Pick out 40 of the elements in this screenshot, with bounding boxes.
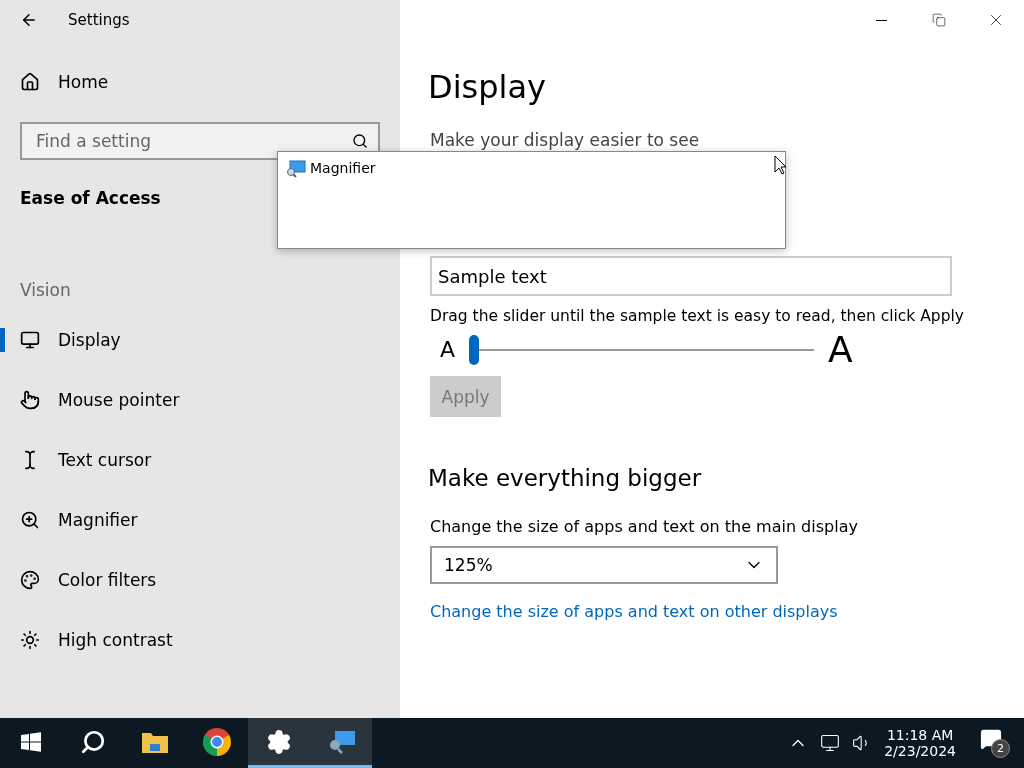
magnifier-app-icon [286, 160, 306, 178]
section-heading: Ease of Access [20, 188, 161, 208]
large-a-label: A [828, 329, 853, 370]
home-nav-item[interactable]: Home [0, 52, 400, 112]
window-title: Settings [68, 11, 130, 29]
search-icon[interactable] [80, 728, 106, 755]
group-heading: Vision [20, 280, 71, 300]
back-button[interactable] [20, 11, 38, 29]
monitor-icon [20, 330, 40, 350]
small-a-label: A [440, 337, 456, 362]
nav-item[interactable]: Text cursor [0, 430, 400, 490]
nav-item[interactable]: Color filters [0, 550, 400, 610]
clock[interactable]: 11:18 AM 2/23/2024 [884, 727, 956, 759]
slider-thumb[interactable] [469, 334, 480, 365]
popup-title: Magnifier [310, 160, 376, 176]
nav-item[interactable]: Mouse pointer [0, 370, 400, 430]
scale-dropdown[interactable]: 125% [430, 546, 778, 584]
scale-hint: Change the size of apps and text on the main display [430, 517, 858, 536]
hand-pointer-icon [20, 390, 40, 410]
palette-icon [20, 570, 40, 590]
settings-icon[interactable] [266, 728, 292, 755]
sample-text-field[interactable]: Sample text [430, 256, 952, 296]
search-icon [352, 133, 368, 149]
windows-start-icon[interactable] [21, 731, 41, 752]
nav-item[interactable]: Magnifier [0, 490, 400, 550]
network-icon[interactable] [820, 733, 841, 753]
zoom-in-icon [20, 510, 40, 530]
section-heading: Make everything bigger [428, 465, 702, 491]
page-title: Display [428, 68, 546, 106]
chrome-icon[interactable] [202, 726, 232, 757]
sun-icon [20, 630, 40, 650]
restore-icon [931, 13, 946, 27]
page-subtitle: Make your display easier to see [430, 130, 700, 150]
other-displays-link[interactable]: Change the size of apps and text on other displays [430, 602, 838, 621]
search-field[interactable]: Find a setting [20, 122, 380, 160]
minimize-icon [876, 19, 887, 21]
nav-item[interactable]: High contrast [0, 610, 400, 670]
home-icon [20, 72, 40, 92]
nav-item[interactable]: Display [0, 310, 400, 370]
slider-hint: Drag the slider until the sample text is easy to read, then click Apply [430, 307, 964, 325]
